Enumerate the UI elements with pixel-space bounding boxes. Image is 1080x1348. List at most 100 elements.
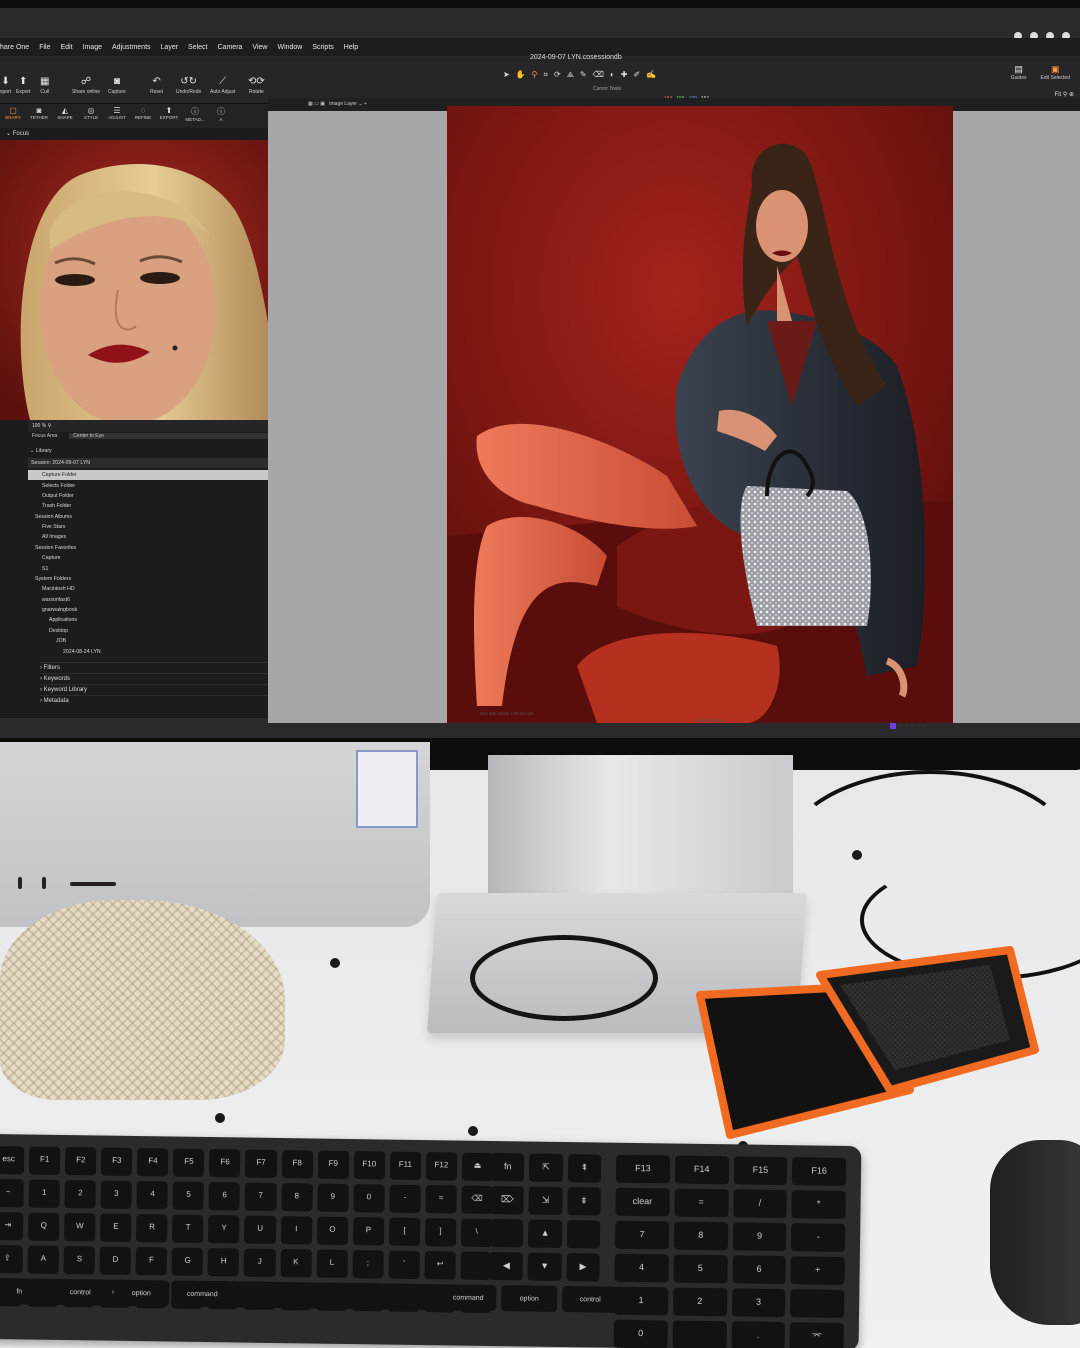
key[interactable]: F10	[353, 1151, 386, 1180]
key[interactable]: ⌫	[461, 1185, 493, 1215]
key[interactable]: F12	[425, 1152, 458, 1181]
nav-key[interactable]	[566, 1220, 601, 1249]
zoom-tool-icon[interactable]: ⚲	[532, 70, 538, 80]
key[interactable]: ⇪	[0, 1245, 23, 1274]
numpad-key[interactable]: F13	[615, 1154, 670, 1184]
undo-redo-button[interactable]: ↺↻ Undo/Redo	[176, 76, 201, 95]
library-item[interactable]: Five Stars	[28, 522, 290, 532]
library-item[interactable]: gnarwaingbook	[28, 605, 290, 615]
annotate-tool-icon[interactable]: ✍	[646, 70, 656, 80]
key[interactable]: ]	[424, 1218, 457, 1247]
tab-shape[interactable]: ◭ SHAPE	[52, 104, 78, 128]
numpad-key[interactable]: .	[731, 1321, 786, 1348]
library-item[interactable]: warsonfast6	[28, 595, 290, 605]
library-item[interactable]: Capture Folder	[28, 470, 290, 481]
library-header[interactable]: ⌄ Library	[28, 446, 290, 456]
tab-more[interactable]: ⓘ A	[208, 104, 234, 128]
menu-view[interactable]: View	[252, 44, 267, 51]
key[interactable]: 8	[280, 1183, 313, 1212]
key[interactable]: F9	[317, 1150, 349, 1179]
modifier-key[interactable]: command	[174, 1280, 231, 1308]
key[interactable]: F	[135, 1247, 168, 1276]
menu-app[interactable]: hare One	[0, 44, 29, 51]
keywords-panel[interactable]: › Keywords	[40, 673, 290, 684]
pointer-tool-icon[interactable]: ➤	[503, 70, 510, 80]
menu-edit[interactable]: Edit	[60, 44, 72, 51]
heal-tool-icon[interactable]: ✚	[621, 70, 628, 80]
menu-scripts[interactable]: Scripts	[312, 44, 333, 51]
key[interactable]: Q	[28, 1212, 60, 1241]
numpad-key[interactable]: 3	[731, 1288, 786, 1318]
key[interactable]: L	[316, 1249, 348, 1278]
tab-refine[interactable]: ◌ REFINE	[130, 104, 156, 128]
share-online-button[interactable]: ☍ Share online	[72, 76, 100, 95]
pan-tool-icon[interactable]: ✋	[516, 70, 526, 80]
key[interactable]: 2	[64, 1180, 97, 1209]
key[interactable]: P	[352, 1217, 385, 1246]
modifier-key[interactable]: control	[562, 1285, 619, 1313]
numpad-key[interactable]: F14	[674, 1155, 729, 1185]
key[interactable]: H	[207, 1248, 240, 1277]
focus-zoom-value[interactable]: 100 %	[32, 423, 46, 429]
key[interactable]: ;	[352, 1250, 384, 1279]
key[interactable]: O	[316, 1216, 349, 1245]
nav-key[interactable]: ⇟	[567, 1187, 601, 1216]
key[interactable]: [	[388, 1217, 421, 1246]
key[interactable]: F6	[209, 1149, 241, 1178]
viewer-photo[interactable]	[447, 106, 953, 723]
key[interactable]: \	[460, 1218, 493, 1248]
numpad-key[interactable]: -	[791, 1223, 846, 1252]
library-item[interactable]: Session Albums	[28, 512, 290, 522]
nav-key[interactable]: ⌦	[490, 1185, 525, 1215]
edit-selected-button[interactable]: ▣ Edit Selected	[1041, 64, 1070, 81]
key[interactable]: ↩	[424, 1251, 456, 1280]
key[interactable]: R	[136, 1214, 168, 1243]
star-rating[interactable]: ★ ★ ★ ★ ★	[899, 723, 927, 729]
menu-help[interactable]: Help	[344, 44, 358, 51]
auto-adjust-button[interactable]: ⟋ Auto Adjust	[210, 76, 235, 95]
keyboard[interactable]: esc F1 F2 F3 F4 F5 F6 F7 F8 F9 F10 F11 F12 ⏏ ~1 2 3 4 5 6 7 8…	[0, 1133, 862, 1348]
key[interactable]: 4	[136, 1181, 169, 1210]
tab-library[interactable]: ▢ BRARY	[0, 104, 26, 128]
key[interactable]: 3	[100, 1180, 133, 1209]
numpad-key[interactable]: 0	[613, 1319, 668, 1348]
keyword-library-panel[interactable]: › Keyword Library	[40, 684, 290, 695]
layer-select[interactable]: Image Layer	[329, 101, 357, 107]
modifier-key[interactable]: fn	[0, 1278, 48, 1305]
key[interactable]: F1	[28, 1146, 61, 1175]
library-item[interactable]: Applications	[28, 615, 290, 625]
rating-bar[interactable]: ★ ★ ★ ★ ★	[890, 723, 927, 729]
key[interactable]: F8	[281, 1150, 313, 1179]
key[interactable]: 9	[317, 1183, 349, 1212]
nav-key[interactable]: ▶	[566, 1253, 600, 1282]
library-item[interactable]: Output Folder	[28, 491, 290, 501]
library-item[interactable]: Macintosh HD	[28, 584, 290, 594]
eraser-tool-icon[interactable]: ⌫	[593, 70, 604, 80]
fit-zoom[interactable]: Fit ⚲ ⊕	[1055, 91, 1074, 98]
metadata-panel[interactable]: › Metadata	[40, 695, 290, 706]
capture-button[interactable]: ◙ Capture	[108, 76, 126, 95]
tab-style[interactable]: ◎ STYLE	[78, 104, 104, 128]
library-item[interactable]: Session Favorites	[28, 543, 290, 553]
key[interactable]: Y	[208, 1215, 240, 1244]
key[interactable]: -	[389, 1184, 421, 1214]
library-item[interactable]: 2024-08-24 LYN	[28, 646, 290, 656]
modifier-key[interactable]: option	[501, 1285, 558, 1312]
key[interactable]: A	[27, 1245, 60, 1274]
nav-key[interactable]: ⇱	[529, 1153, 563, 1182]
key[interactable]: D	[99, 1246, 132, 1275]
numpad-key[interactable]: /	[732, 1189, 788, 1219]
library-item[interactable]: Selects Folder	[28, 480, 290, 490]
focus-area-select[interactable]: Center to Eye	[69, 433, 286, 439]
filters-panel[interactable]: › Filters	[40, 662, 290, 673]
nav-key[interactable]: fn	[490, 1152, 525, 1182]
key[interactable]: F4	[137, 1148, 169, 1177]
tab-tether[interactable]: ◙ TETHER	[26, 104, 52, 128]
key[interactable]: J	[243, 1248, 276, 1277]
menu-file[interactable]: File	[39, 44, 50, 51]
key[interactable]: F7	[245, 1149, 277, 1178]
key[interactable]: 5	[172, 1181, 205, 1210]
mouse[interactable]	[990, 1140, 1080, 1325]
key[interactable]: K	[280, 1249, 312, 1278]
key[interactable]: F11	[389, 1151, 422, 1181]
